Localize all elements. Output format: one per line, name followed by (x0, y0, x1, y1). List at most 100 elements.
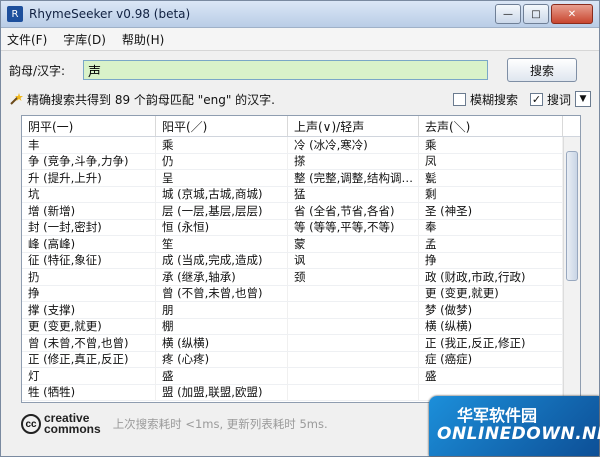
table-cell[interactable]: 剩 (419, 186, 563, 202)
table-cell[interactable]: 圣 (神圣) (419, 203, 563, 219)
results-table: 阴平(一) 阳平(／) 上声(∨)/轻声 去声(＼) 丰乘冷 (冰冷,寒冷) 乘争… (21, 115, 581, 403)
chevron-down-icon[interactable]: ▼ (575, 91, 591, 107)
vertical-scrollbar[interactable] (563, 137, 580, 402)
table-row[interactable]: 丰乘冷 (冰冷,寒冷) 乘 (22, 137, 563, 154)
table-cell[interactable]: 层 (一层,基层,层层) (156, 203, 288, 219)
table-cell[interactable]: 曾 (未曾,不曾,也曾) (22, 335, 156, 351)
table-row[interactable]: 升 (提升,上升) 呈整 (完整,调整,结构调… 甏 (22, 170, 563, 187)
table-cell[interactable] (288, 285, 419, 301)
table-cell[interactable]: 政 (财政,市政,行政) (419, 269, 563, 285)
table-cell[interactable]: 乘 (419, 137, 563, 153)
table-cell[interactable]: 蒙 (288, 236, 419, 252)
table-cell[interactable]: 城 (京城,古城,商城) (156, 186, 288, 202)
table-cell[interactable]: 甏 (419, 170, 563, 186)
table-cell[interactable]: 盛 (156, 368, 288, 384)
table-cell[interactable]: 增 (新增) (22, 203, 156, 219)
table-cell[interactable]: 梦 (做梦) (419, 302, 563, 318)
table-cell[interactable]: 朋 (156, 302, 288, 318)
search-input[interactable] (83, 60, 488, 80)
table-cell[interactable] (288, 384, 419, 400)
table-cell[interactable]: 灯 (22, 368, 156, 384)
table-cell[interactable]: 丰 (22, 137, 156, 153)
maximize-button[interactable]: □ (523, 4, 549, 24)
table-cell[interactable]: 症 (癌症) (419, 351, 563, 367)
table-cell[interactable] (288, 368, 419, 384)
column-header-yinping[interactable]: 阴平(一) (22, 116, 156, 136)
table-cell[interactable] (288, 302, 419, 318)
scrollbar-thumb[interactable] (566, 151, 578, 281)
table-cell[interactable]: 盛 (419, 368, 563, 384)
table-row[interactable]: 征 (特征,象征) 成 (当成,完成,造成) 讽挣 (22, 252, 563, 269)
table-cell[interactable]: 整 (完整,调整,结构调… (288, 170, 419, 186)
table-row[interactable]: 挣曾 (不曾,未曾,也曾) 更 (变更,就更) (22, 285, 563, 302)
table-cell[interactable]: 搽 (288, 153, 419, 169)
table-row[interactable]: 增 (新增) 层 (一层,基层,层层) 省 (全省,节省,各省) 圣 (神圣) (22, 203, 563, 220)
table-cell[interactable]: 扔 (22, 269, 156, 285)
table-cell[interactable]: 呈 (156, 170, 288, 186)
table-cell[interactable] (288, 351, 419, 367)
title-bar[interactable]: R RhymeSeeker v0.98 (beta) — □ ✕ (1, 1, 599, 28)
table-row[interactable]: 坑城 (京城,古城,商城) 猛剩 (22, 186, 563, 203)
table-cell[interactable]: 正 (修正,真正,反正) (22, 351, 156, 367)
table-cell[interactable]: 成 (当成,完成,造成) (156, 252, 288, 268)
menu-help[interactable]: 帮助(H) (122, 31, 164, 48)
table-cell[interactable]: 坑 (22, 186, 156, 202)
table-cell[interactable]: 横 (纵横) (156, 335, 288, 351)
table-cell[interactable]: 牲 (牺牲) (22, 384, 156, 400)
table-cell[interactable]: 承 (继承,轴承) (156, 269, 288, 285)
table-cell[interactable] (288, 318, 419, 334)
table-row[interactable]: 灯盛盛 (22, 368, 563, 385)
table-cell[interactable]: 曾 (不曾,未曾,也曾) (156, 285, 288, 301)
table-cell[interactable]: 孟 (419, 236, 563, 252)
word-search-checkbox[interactable]: ✓ (529, 92, 543, 106)
table-row[interactable]: 争 (竞争,斗争,力争) 仍搽凤 (22, 153, 563, 170)
column-header-yangping[interactable]: 阳平(／) (156, 116, 288, 136)
close-button[interactable]: ✕ (551, 4, 593, 24)
table-row[interactable]: 曾 (未曾,不曾,也曾) 横 (纵横) 正 (我正,反正,修正) (22, 335, 563, 352)
table-row[interactable]: 峰 (高峰) 笙蒙孟 (22, 236, 563, 253)
column-header-shangsheng[interactable]: 上声(∨)/轻声 (288, 116, 419, 136)
table-cell[interactable]: 颈 (288, 269, 419, 285)
table-cell[interactable]: 挣 (22, 285, 156, 301)
table-cell[interactable]: 更 (变更,就更) (22, 318, 156, 334)
table-cell[interactable]: 峰 (高峰) (22, 236, 156, 252)
table-cell[interactable]: 等 (等等,平等,不等) (288, 219, 419, 235)
cc-text-bottom: commons (44, 422, 101, 436)
table-cell[interactable] (288, 335, 419, 351)
table-cell[interactable]: 乘 (156, 137, 288, 153)
table-row[interactable]: 扔承 (继承,轴承) 颈政 (财政,市政,行政) (22, 269, 563, 286)
table-cell[interactable]: 猛 (288, 186, 419, 202)
table-row[interactable]: 正 (修正,真正,反正) 疼 (心疼) 症 (癌症) (22, 351, 563, 368)
table-row[interactable]: 更 (变更,就更) 棚 横 (纵横) (22, 318, 563, 335)
table-cell[interactable]: 仍 (156, 153, 288, 169)
table-cell[interactable]: 恒 (永恒) (156, 219, 288, 235)
table-cell[interactable]: 正 (我正,反正,修正) (419, 335, 563, 351)
table-cell[interactable]: 撑 (支撑) (22, 302, 156, 318)
table-cell[interactable]: 奉 (419, 219, 563, 235)
search-button[interactable]: 搜索 (507, 58, 577, 82)
table-cell[interactable]: 封 (一封,密封) (22, 219, 156, 235)
table-cell[interactable]: 凤 (419, 153, 563, 169)
table-cell[interactable]: 更 (变更,就更) (419, 285, 563, 301)
fuzzy-search-option[interactable]: 模糊搜索 (452, 91, 518, 108)
minimize-button[interactable]: — (495, 4, 521, 24)
menu-file[interactable]: 文件(F) (7, 31, 47, 48)
table-cell[interactable]: 省 (全省,节省,各省) (288, 203, 419, 219)
table-cell[interactable]: 征 (特征,象征) (22, 252, 156, 268)
table-cell[interactable]: 挣 (419, 252, 563, 268)
table-row[interactable]: 封 (一封,密封) 恒 (永恒) 等 (等等,平等,不等) 奉 (22, 219, 563, 236)
table-cell[interactable]: 棚 (156, 318, 288, 334)
table-cell[interactable]: 升 (提升,上升) (22, 170, 156, 186)
table-cell[interactable]: 争 (竞争,斗争,力争) (22, 153, 156, 169)
table-row[interactable]: 撑 (支撑) 朋 梦 (做梦) (22, 302, 563, 319)
fuzzy-search-checkbox[interactable] (452, 92, 466, 106)
table-cell[interactable]: 横 (纵横) (419, 318, 563, 334)
table-cell[interactable]: 盟 (加盟,联盟,欧盟) (156, 384, 288, 400)
menu-library[interactable]: 字库(D) (63, 31, 106, 48)
column-header-qusheng[interactable]: 去声(＼) (419, 116, 563, 136)
table-cell[interactable]: 疼 (心疼) (156, 351, 288, 367)
table-cell[interactable]: 冷 (冰冷,寒冷) (288, 137, 419, 153)
word-search-option[interactable]: ✓ 搜词 ▼ (529, 91, 591, 108)
table-cell[interactable]: 笙 (156, 236, 288, 252)
table-cell[interactable]: 讽 (288, 252, 419, 268)
